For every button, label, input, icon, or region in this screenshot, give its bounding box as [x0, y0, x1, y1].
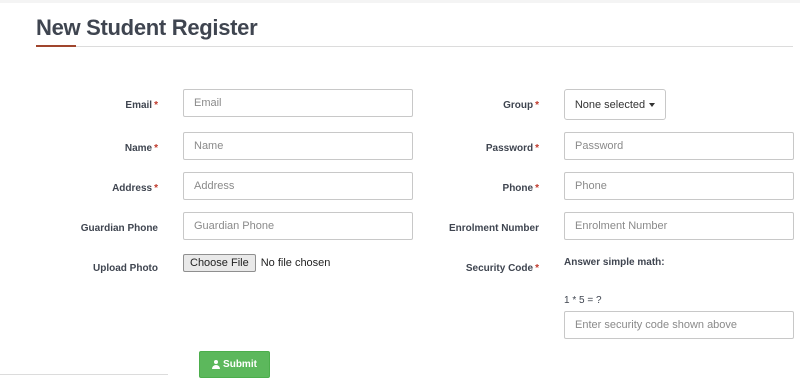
- security-instruction: Answer simple math:: [564, 257, 665, 268]
- top-strip: [0, 0, 800, 3]
- email-field[interactable]: [183, 89, 413, 117]
- guardian-phone-field[interactable]: [183, 212, 413, 240]
- required-marker: *: [535, 183, 539, 194]
- phone-label: Phone *: [502, 183, 539, 194]
- required-marker: *: [154, 100, 158, 111]
- page-title: New Student Register: [36, 15, 258, 40]
- required-marker: *: [535, 263, 539, 274]
- caret-down-icon: [649, 102, 656, 107]
- address-label: Address *: [112, 183, 158, 194]
- security-code-field[interactable]: [564, 311, 794, 339]
- enrolment-number-label: Enrolment Number: [448, 223, 539, 234]
- user-icon: [212, 360, 221, 369]
- phone-field[interactable]: [564, 172, 794, 200]
- guardian-phone-label: Guardian Phone: [80, 223, 158, 234]
- submit-button[interactable]: Submit: [199, 351, 270, 378]
- bottom-divider: [0, 374, 168, 375]
- security-question: 1 * 5 = ?: [564, 295, 602, 306]
- name-field[interactable]: [183, 132, 413, 160]
- required-marker: *: [154, 183, 158, 194]
- required-marker: *: [535, 143, 539, 154]
- title-accent-bar: [36, 45, 76, 47]
- enrolment-number-field[interactable]: [564, 212, 794, 240]
- password-label: Password *: [485, 143, 539, 154]
- submit-label: Submit: [223, 359, 257, 370]
- file-upload: Choose File No file chosen: [183, 254, 330, 272]
- security-code-label: Security Code *: [465, 263, 539, 274]
- group-label: Group *: [503, 100, 539, 111]
- address-field[interactable]: [183, 172, 413, 200]
- choose-file-button[interactable]: Choose File: [183, 254, 256, 272]
- file-status-text: No file chosen: [260, 257, 331, 269]
- required-marker: *: [154, 143, 158, 154]
- group-select-value: None selected: [574, 98, 646, 111]
- upload-photo-label: Upload Photo: [93, 263, 158, 274]
- password-field[interactable]: [564, 132, 794, 160]
- name-label: Name *: [124, 143, 158, 154]
- required-marker: *: [535, 100, 539, 111]
- email-label: Email *: [125, 100, 158, 111]
- title-divider: [36, 46, 793, 47]
- group-select[interactable]: None selected: [564, 89, 666, 120]
